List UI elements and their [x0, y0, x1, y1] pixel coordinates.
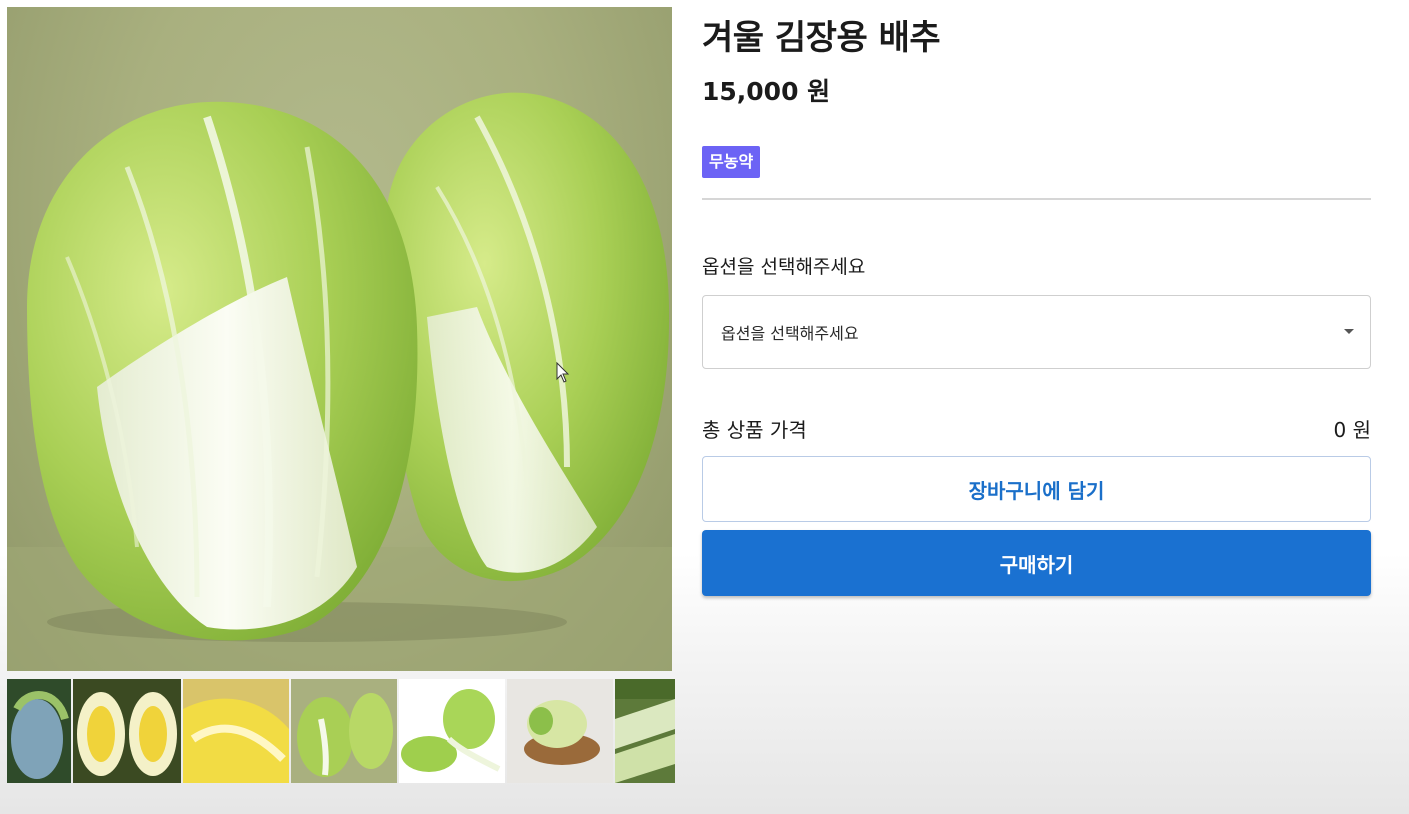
thumbnail-strip	[7, 679, 675, 783]
pesticide-free-badge: 무농약	[702, 146, 761, 178]
total-price-row: 총 상품 가격 0 원	[702, 414, 1371, 442]
option-select-value: 옵션을 선택해주세요	[721, 324, 859, 343]
option-label: 옵션을 선택해주세요	[702, 256, 866, 278]
buy-now-button[interactable]: 구매하기	[702, 530, 1371, 596]
product-price: 15,000 원	[702, 77, 831, 106]
mouse-cursor-icon	[556, 362, 570, 383]
total-price-label: 총 상품 가격	[702, 418, 807, 442]
thumbnail-3[interactable]	[183, 679, 289, 783]
thumbnail-1[interactable]	[7, 679, 71, 783]
option-select[interactable]: 옵션을 선택해주세요	[702, 295, 1371, 369]
caret-down-icon	[1344, 329, 1354, 334]
total-price-value: 0 원	[1333, 418, 1371, 442]
thumbnail-7[interactable]	[615, 679, 675, 783]
thumbnail-6[interactable]	[507, 679, 613, 783]
product-title: 겨울 김장용 배추	[702, 18, 941, 58]
main-product-image	[7, 7, 672, 671]
thumbnail-4[interactable]	[291, 679, 397, 783]
thumbnail-2[interactable]	[73, 679, 181, 783]
section-divider	[702, 198, 1371, 200]
thumbnail-5[interactable]	[399, 679, 505, 783]
add-to-cart-button[interactable]: 장바구니에 담기	[702, 456, 1371, 522]
